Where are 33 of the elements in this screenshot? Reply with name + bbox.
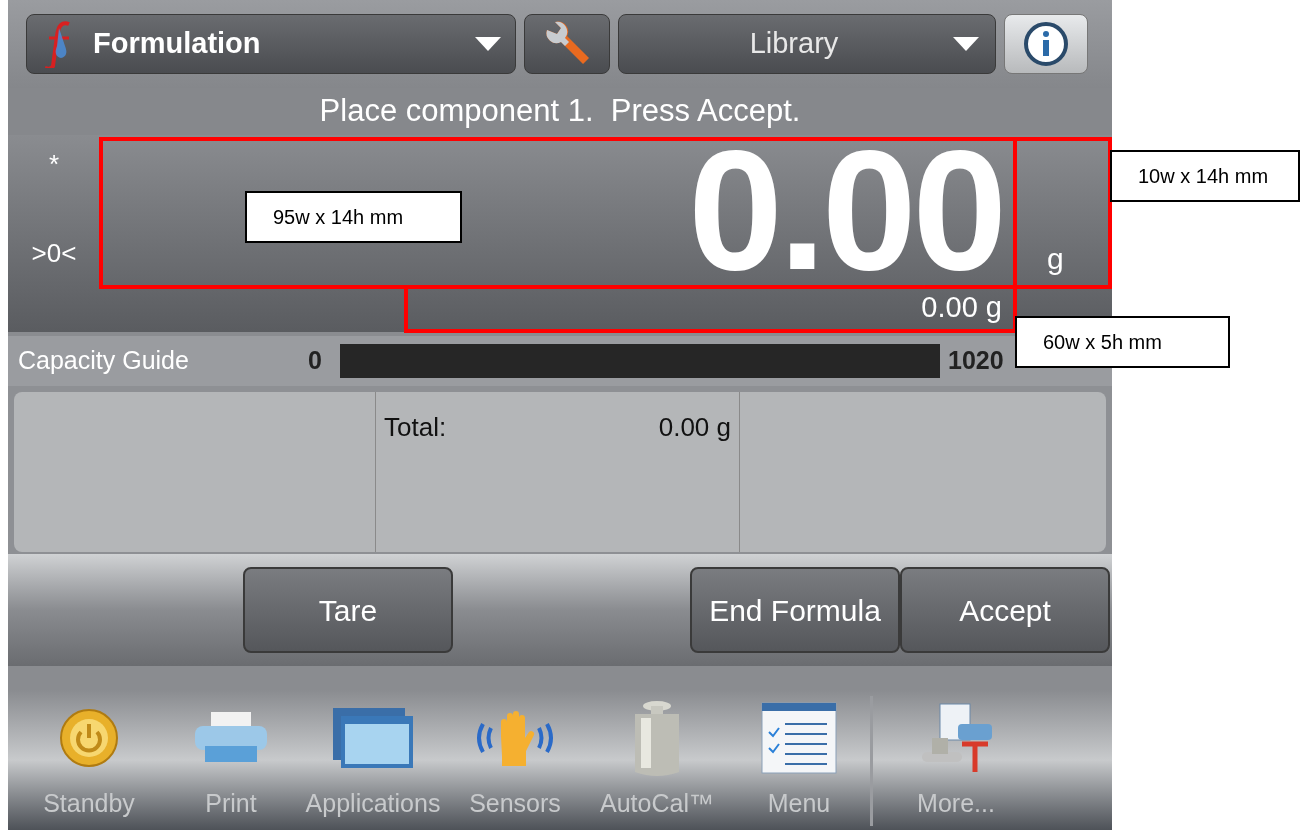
- nav-button[interactable]: More...: [885, 696, 1027, 822]
- tools-button[interactable]: [524, 14, 610, 74]
- nav-button[interactable]: Menu: [728, 696, 870, 822]
- power-icon: [59, 707, 119, 768]
- dimension-label: 10w x 14h mm: [1110, 150, 1300, 202]
- mode-dropdown[interactable]: Formulation: [26, 14, 516, 74]
- action-button[interactable]: End Formula: [690, 567, 900, 653]
- total-value: 0.00 g: [658, 411, 731, 444]
- status-indicator: >0<: [31, 237, 77, 270]
- dimension-label: 60w x 5h mm: [1015, 316, 1230, 368]
- status-indicator: *: [48, 148, 60, 181]
- action-button[interactable]: Tare: [243, 567, 453, 653]
- unit-label: g: [1047, 241, 1064, 277]
- library-dropdown[interactable]: Library: [618, 14, 996, 74]
- windows-icon: [331, 705, 415, 770]
- caret-icon: [475, 37, 501, 51]
- capacity-guide-label: Capacity Guide: [18, 345, 190, 377]
- info-button[interactable]: [1004, 14, 1088, 74]
- nav-button[interactable]: Standby: [18, 696, 160, 822]
- nav-button[interactable]: Applications: [302, 696, 444, 822]
- capacity-min: 0: [308, 345, 323, 377]
- caret-icon: [953, 37, 979, 51]
- nav-button[interactable]: Print: [160, 696, 302, 822]
- dimension-label: 95w x 14h mm: [245, 191, 462, 243]
- secondary-weight-reading: 0.00 g: [921, 290, 1002, 326]
- nav-button[interactable]: Sensors: [444, 696, 586, 822]
- list-icon: [761, 701, 837, 774]
- action-button[interactable]: Accept: [900, 567, 1110, 653]
- info-icon: [1023, 21, 1069, 67]
- capacity-max: 1020: [948, 345, 1004, 377]
- nav-button[interactable]: AutoCal™: [586, 696, 728, 822]
- total-label: Total:: [384, 411, 447, 444]
- instruction-message: Place component 1. Press Accept.: [319, 92, 801, 131]
